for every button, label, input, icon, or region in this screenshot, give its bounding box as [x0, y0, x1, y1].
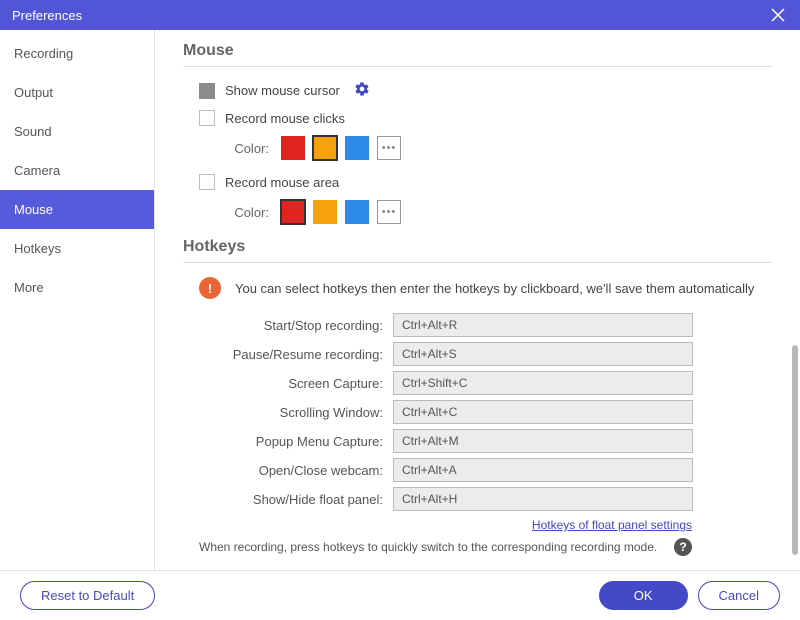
- hotkeys-grid: Start/Stop recording: Ctrl+Alt+R Pause/R…: [183, 313, 772, 511]
- show-cursor-checkbox[interactable]: [199, 83, 215, 99]
- cancel-button[interactable]: Cancel: [698, 581, 780, 610]
- hotkey-label: Popup Menu Capture:: [183, 434, 393, 449]
- record-area-row: Record mouse area: [183, 174, 772, 190]
- hotkey-row-float-panel: Show/Hide float panel: Ctrl+Alt+H: [183, 487, 772, 511]
- record-clicks-checkbox[interactable]: [199, 110, 215, 126]
- color-swatch-red[interactable]: [281, 200, 305, 224]
- hotkey-row-pause-resume: Pause/Resume recording: Ctrl+Alt+S: [183, 342, 772, 366]
- hotkey-input-webcam[interactable]: Ctrl+Alt+A: [393, 458, 693, 482]
- hotkey-input-popup-menu[interactable]: Ctrl+Alt+M: [393, 429, 693, 453]
- color-swatch-orange[interactable]: [313, 136, 337, 160]
- hotkey-row-popup-menu: Popup Menu Capture: Ctrl+Alt+M: [183, 429, 772, 453]
- sidebar-item-mouse[interactable]: Mouse: [0, 190, 154, 229]
- clicks-color-row: Color: •••: [183, 136, 772, 160]
- hotkey-label: Show/Hide float panel:: [183, 492, 393, 507]
- color-swatch-blue[interactable]: [345, 200, 369, 224]
- record-area-label: Record mouse area: [225, 175, 339, 190]
- record-clicks-label: Record mouse clicks: [225, 111, 345, 126]
- color-swatch-red[interactable]: [281, 136, 305, 160]
- hotkeys-heading: Hotkeys: [183, 238, 772, 263]
- sidebar-item-recording[interactable]: Recording: [0, 34, 154, 73]
- hotkey-row-start-stop: Start/Stop recording: Ctrl+Alt+R: [183, 313, 772, 337]
- hotkey-label: Open/Close webcam:: [183, 463, 393, 478]
- window-title: Preferences: [12, 8, 82, 23]
- titlebar: Preferences: [0, 0, 800, 30]
- sidebar-item-output[interactable]: Output: [0, 73, 154, 112]
- sidebar-item-sound[interactable]: Sound: [0, 112, 154, 151]
- ok-button[interactable]: OK: [599, 581, 688, 610]
- more-colors-button[interactable]: •••: [377, 136, 401, 160]
- hotkey-row-webcam: Open/Close webcam: Ctrl+Alt+A: [183, 458, 772, 482]
- hotkey-label: Scrolling Window:: [183, 405, 393, 420]
- body: Recording Output Sound Camera Mouse Hotk…: [0, 30, 800, 570]
- record-clicks-row: Record mouse clicks: [183, 110, 772, 126]
- hotkey-label: Screen Capture:: [183, 376, 393, 391]
- color-label: Color:: [225, 205, 269, 220]
- float-panel-settings-link[interactable]: Hotkeys of float panel settings: [532, 518, 692, 532]
- more-colors-button[interactable]: •••: [377, 200, 401, 224]
- show-cursor-label: Show mouse cursor: [225, 83, 340, 98]
- info-icon: !: [199, 277, 221, 299]
- hotkeys-infobar: ! You can select hotkeys then enter the …: [183, 277, 772, 299]
- float-panel-link-row: Hotkeys of float panel settings: [183, 517, 772, 532]
- color-swatch-blue[interactable]: [345, 136, 369, 160]
- hotkey-label: Start/Stop recording:: [183, 318, 393, 333]
- gear-icon[interactable]: [354, 81, 370, 100]
- hotkey-input-start-stop[interactable]: Ctrl+Alt+R: [393, 313, 693, 337]
- hotkey-input-screen-capture[interactable]: Ctrl+Shift+C: [393, 371, 693, 395]
- color-label: Color:: [225, 141, 269, 156]
- area-color-row: Color: •••: [183, 200, 772, 224]
- hotkey-row-screen-capture: Screen Capture: Ctrl+Shift+C: [183, 371, 772, 395]
- hotkeys-section: Hotkeys ! You can select hotkeys then en…: [183, 238, 772, 556]
- hotkey-label: Pause/Resume recording:: [183, 347, 393, 362]
- hotkey-input-float-panel[interactable]: Ctrl+Alt+H: [393, 487, 693, 511]
- sidebar: Recording Output Sound Camera Mouse Hotk…: [0, 30, 155, 570]
- close-icon[interactable]: [768, 5, 788, 25]
- sidebar-item-hotkeys[interactable]: Hotkeys: [0, 229, 154, 268]
- sidebar-item-camera[interactable]: Camera: [0, 151, 154, 190]
- mouse-heading: Mouse: [183, 42, 772, 67]
- hotkeys-note-text: When recording, press hotkeys to quickly…: [199, 540, 657, 554]
- reset-to-default-button[interactable]: Reset to Default: [20, 581, 155, 610]
- record-area-checkbox[interactable]: [199, 174, 215, 190]
- hotkey-input-scrolling-window[interactable]: Ctrl+Alt+C: [393, 400, 693, 424]
- hotkey-input-pause-resume[interactable]: Ctrl+Alt+S: [393, 342, 693, 366]
- hotkeys-info-text: You can select hotkeys then enter the ho…: [235, 281, 754, 296]
- hotkey-row-scrolling-window: Scrolling Window: Ctrl+Alt+C: [183, 400, 772, 424]
- color-swatch-orange[interactable]: [313, 200, 337, 224]
- content-pane: Mouse Show mouse cursor Record mouse cli…: [155, 30, 800, 570]
- show-cursor-row: Show mouse cursor: [183, 81, 772, 100]
- hotkeys-note-row: When recording, press hotkeys to quickly…: [183, 532, 772, 556]
- footer: Reset to Default OK Cancel: [0, 570, 800, 620]
- sidebar-item-more[interactable]: More: [0, 268, 154, 307]
- scrollbar-thumb[interactable]: [792, 345, 798, 555]
- help-icon[interactable]: ?: [674, 538, 692, 556]
